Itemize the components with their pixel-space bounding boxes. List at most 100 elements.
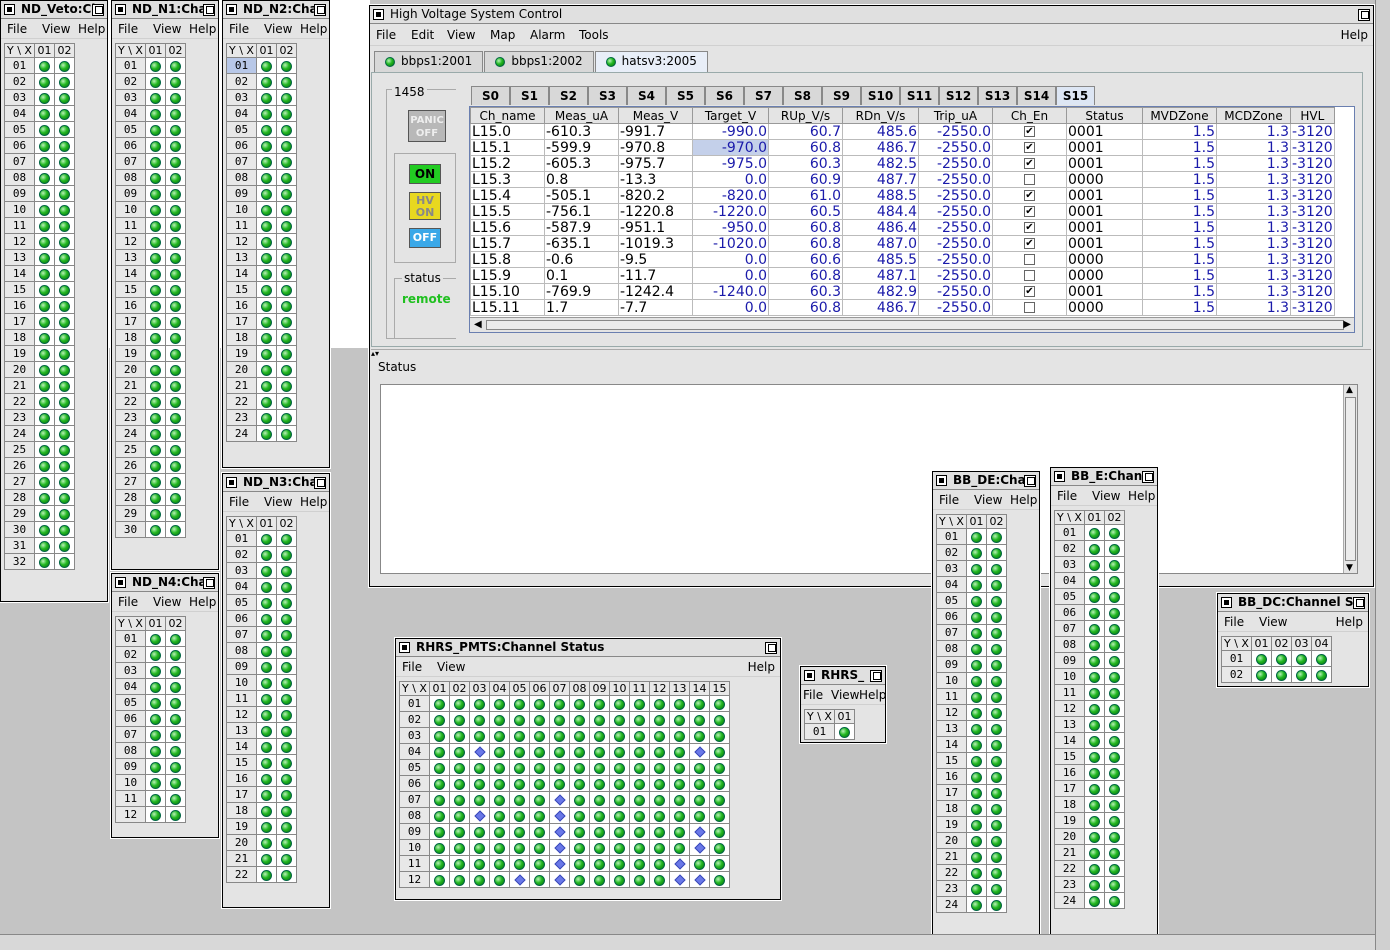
channel-cell[interactable] [276, 770, 297, 787]
table-cell[interactable]: 0.0 [692, 299, 769, 316]
channel-cell[interactable] [165, 678, 186, 695]
channel-cell[interactable] [165, 121, 186, 138]
channel-cell[interactable] [1104, 684, 1125, 701]
maximize-icon[interactable] [92, 4, 104, 16]
channel-cell[interactable] [256, 137, 277, 154]
channel-cell[interactable] [549, 839, 570, 856]
table-row[interactable]: L15.11 1.7 -7.7 0.0 60.8 486.7 -2550.0 0000 1.5 1… [470, 299, 1335, 316]
channel-cell[interactable] [1104, 844, 1125, 861]
channel-cell[interactable] [165, 329, 186, 346]
channel-cell[interactable] [145, 742, 166, 759]
channel-cell[interactable] [569, 711, 590, 728]
channel-cell[interactable] [54, 57, 75, 74]
channel-cell[interactable] [276, 137, 297, 154]
channel-cell[interactable] [54, 249, 75, 266]
column-header[interactable]: MVDZone [1142, 107, 1217, 124]
tab-slot-s6[interactable]: S6 [705, 86, 744, 105]
channel-cell[interactable] [689, 743, 710, 760]
channel-cell[interactable] [469, 839, 490, 856]
channel-cell[interactable] [509, 807, 530, 824]
channel-cell[interactable] [1104, 668, 1125, 685]
window-menu-icon[interactable] [373, 9, 384, 20]
channel-cell[interactable] [986, 640, 1007, 657]
channel-cell[interactable] [34, 345, 55, 362]
channel-cell[interactable] [276, 834, 297, 851]
channel-cell[interactable] [669, 855, 690, 872]
panic-off-button[interactable]: PANIC OFF [408, 110, 446, 142]
window-menu-icon[interactable] [115, 4, 126, 15]
channel-cell[interactable] [276, 802, 297, 819]
channel-cell[interactable] [609, 727, 630, 744]
channel-cell[interactable] [256, 818, 277, 835]
hv-titlebar[interactable]: High Voltage System Control [370, 6, 1373, 24]
channel-cell[interactable] [549, 727, 570, 744]
channel-cell[interactable] [429, 855, 450, 872]
channel-cell[interactable] [145, 790, 166, 807]
channel-cell[interactable] [1084, 684, 1105, 701]
channel-cell[interactable] [1084, 876, 1105, 893]
menu-help[interactable]: Help [859, 688, 885, 702]
channel-cell[interactable] [256, 297, 277, 314]
maximize-icon[interactable] [1358, 9, 1370, 21]
menu-view[interactable]: View [264, 495, 292, 509]
channel-cell[interactable] [1311, 666, 1332, 683]
channel-cell[interactable] [469, 791, 490, 808]
channel-cell[interactable] [256, 409, 277, 426]
column-header[interactable]: HVL [1290, 107, 1335, 124]
channel-cell[interactable] [709, 775, 730, 792]
channel-cell[interactable] [165, 441, 186, 458]
channel-cell[interactable] [489, 839, 510, 856]
channel-cell[interactable] [689, 759, 710, 776]
checkbox[interactable]: ✔ [1024, 126, 1035, 137]
channel-cell[interactable] [1104, 524, 1125, 541]
channel-cell[interactable] [34, 313, 55, 330]
channel-cell[interactable] [1084, 812, 1105, 829]
channel-cell[interactable] [986, 896, 1007, 913]
channel-cell[interactable] [145, 726, 166, 743]
channel-cell[interactable] [549, 855, 570, 872]
channel-cell[interactable] [986, 528, 1007, 545]
channel-cell[interactable] [689, 839, 710, 856]
channel-cell[interactable] [689, 871, 710, 888]
channel-cell[interactable] [145, 521, 166, 538]
channel-cell[interactable] [449, 855, 470, 872]
channel-cell[interactable] [529, 743, 550, 760]
channel-cell[interactable] [689, 727, 710, 744]
column-header[interactable]: Status [1066, 107, 1143, 124]
channel-cell[interactable] [1084, 732, 1105, 749]
channel-cell[interactable] [276, 201, 297, 218]
channel-cell[interactable] [34, 393, 55, 410]
channel-cell[interactable] [145, 233, 166, 250]
table-cell[interactable]: -1240.0 [692, 283, 769, 300]
channel-cell[interactable] [165, 233, 186, 250]
channel-cell[interactable] [256, 722, 277, 739]
channel-cell[interactable] [569, 855, 590, 872]
ch-en-checkbox-cell[interactable]: ✔ [992, 123, 1067, 140]
channel-cell[interactable] [569, 759, 590, 776]
channel-cell[interactable] [276, 706, 297, 723]
channel-cell[interactable] [145, 217, 166, 234]
channel-cell[interactable] [276, 818, 297, 835]
channel-cell[interactable] [689, 823, 710, 840]
channel-cell[interactable] [429, 871, 450, 888]
channel-cell[interactable] [54, 121, 75, 138]
table-row[interactable]: L15.2 -605.3 -975.7 -975.0 60.3 482.5 -2550.0 ✔… [470, 155, 1335, 172]
channel-cell[interactable] [669, 711, 690, 728]
channel-cell[interactable] [469, 711, 490, 728]
maximize-icon[interactable] [870, 670, 882, 682]
channel-cell[interactable] [145, 345, 166, 362]
table-row[interactable]: L15.3 0.8 -13.3 0.0 60.9 487.7 -2550.0 0000 1.5 1… [470, 171, 1335, 188]
channel-cell[interactable] [589, 807, 610, 824]
channel-cell[interactable] [145, 249, 166, 266]
channel-cell[interactable] [145, 662, 166, 679]
menu-file[interactable]: File [229, 22, 249, 36]
channel-cell[interactable] [966, 816, 987, 833]
menu-file[interactable]: File [939, 493, 959, 507]
channel-cell[interactable] [34, 329, 55, 346]
channel-cell[interactable] [256, 706, 277, 723]
channel-cell[interactable] [589, 871, 610, 888]
channel-cell[interactable] [276, 57, 297, 74]
channel-cell[interactable] [669, 839, 690, 856]
channel-cell[interactable] [986, 720, 1007, 737]
column-header[interactable]: Target_V [692, 107, 769, 124]
